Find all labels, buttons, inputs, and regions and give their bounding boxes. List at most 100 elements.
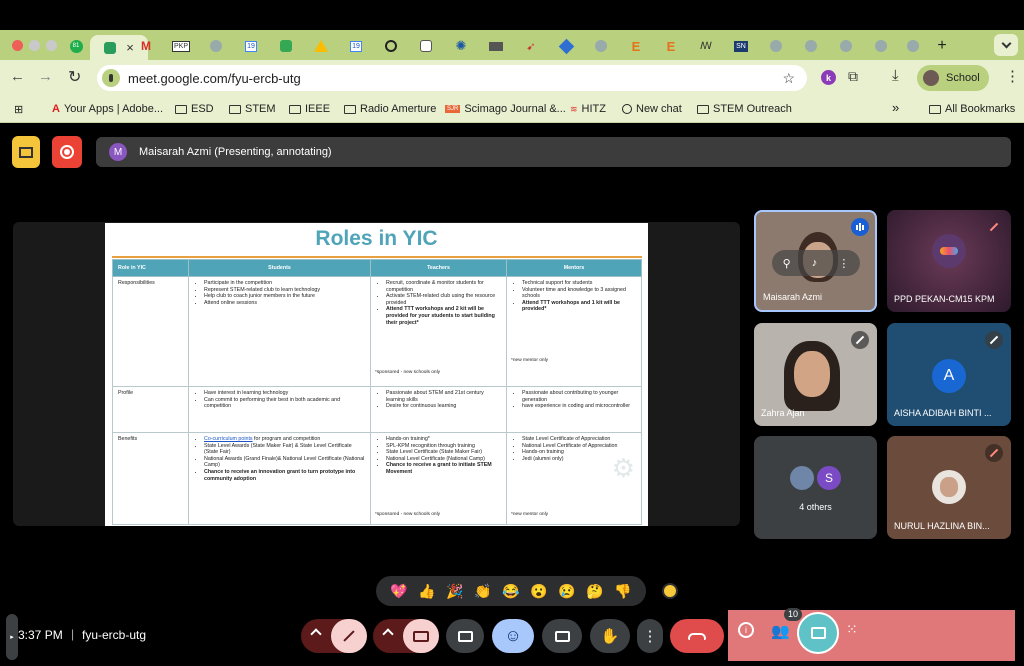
tab-sheets[interactable] xyxy=(272,35,300,57)
hangup-icon xyxy=(688,632,706,640)
stop-presenting-button[interactable] xyxy=(12,136,40,168)
menu-kebab-icon[interactable]: ⋮ xyxy=(1005,67,1020,85)
reload-button[interactable]: ↻ xyxy=(68,67,81,87)
download-icon[interactable]: ⤓ xyxy=(892,67,899,84)
pin-icon[interactable]: ⚲ xyxy=(783,257,791,270)
bookmark-scimago[interactable]: SJR Scimago Journal &... xyxy=(445,103,566,115)
tab-sn[interactable]: SN xyxy=(727,35,755,57)
present-button[interactable] xyxy=(446,619,484,653)
microphone-button[interactable] xyxy=(331,619,367,653)
leave-call-button[interactable] xyxy=(670,619,724,653)
mute-icon[interactable]: ♪ xyxy=(812,257,818,269)
tab-mendeley[interactable]: ꟿ xyxy=(692,35,720,57)
tab-generic-7[interactable] xyxy=(899,35,927,57)
tab-calendar-2[interactable]: 19 xyxy=(342,35,370,57)
participant-tile-maisarah[interactable]: ⚲ ♪ ⋮ Maisarah Azmi xyxy=(754,210,877,312)
bookmark-stem-outreach[interactable]: STEM Outreach xyxy=(697,103,792,115)
tab-generic-5[interactable] xyxy=(832,35,860,57)
more-options-icon[interactable]: ⋮ xyxy=(838,257,849,270)
new-tab-button[interactable]: + xyxy=(928,35,956,57)
address-bar[interactable]: meet.google.com/fyu-ercb-utg ☆ xyxy=(97,65,807,91)
tab-generic-1[interactable] xyxy=(202,35,230,57)
tab-generic-6[interactable] xyxy=(867,35,895,57)
bookmark-star-icon[interactable]: ☆ xyxy=(782,70,795,87)
camera-button[interactable] xyxy=(403,619,439,653)
bookmark-stem[interactable]: STEM xyxy=(229,103,276,115)
bookmark-new-chat[interactable]: New chat xyxy=(622,103,682,115)
apps-grid-icon[interactable]: ⊞ xyxy=(14,103,23,116)
list-item: Can commit to performing their best in b… xyxy=(204,397,365,410)
mentors-cell: Technical support for students Volunteer… xyxy=(506,276,642,387)
tab-generic-3[interactable] xyxy=(762,35,790,57)
puzzle-icon[interactable]: ⧉ xyxy=(848,68,858,85)
co-curriculum-link[interactable]: Co-curriculum points xyxy=(204,436,253,442)
bookmark-hitz[interactable]: ≋ HITZ xyxy=(570,103,606,115)
captions-button[interactable] xyxy=(542,619,582,653)
participant-tile-zahra[interactable]: Zahra Ajan xyxy=(754,323,877,426)
forward-button[interactable]: → xyxy=(38,68,53,85)
reaction-clap[interactable]: 👏 xyxy=(469,583,497,600)
tab-e-1[interactable]: E xyxy=(622,35,650,57)
tab-layers[interactable] xyxy=(552,35,580,57)
participant-tile-aisha[interactable]: A AISHA ADIBAH BINTI ... xyxy=(887,323,1011,426)
participant-name: Zahra Ajan xyxy=(761,408,805,418)
participant-tile-nurul[interactable]: NURUL HAZLINA BIN... xyxy=(887,436,1011,539)
skin-tone-button[interactable] xyxy=(662,583,678,599)
tab-settings[interactable]: ✺ xyxy=(447,35,475,57)
globe-icon xyxy=(875,40,887,52)
reaction-party[interactable]: 🎉 xyxy=(441,583,469,600)
reaction-surprised[interactable]: 😮 xyxy=(525,583,553,600)
layers-icon xyxy=(558,38,574,54)
reaction-heart[interactable]: 💖 xyxy=(385,583,413,600)
tab-whatsapp[interactable]: 81 xyxy=(62,35,90,57)
reaction-laugh[interactable]: 😂 xyxy=(497,583,525,600)
tab-generic-2[interactable] xyxy=(587,35,615,57)
chat-button[interactable] xyxy=(797,612,839,654)
bookmark-adobe[interactable]: A Your Apps | Adobe... xyxy=(52,103,163,115)
all-bookmarks[interactable]: All Bookmarks xyxy=(929,103,1015,115)
tab-chatgpt[interactable] xyxy=(377,35,405,57)
participant-tile-others[interactable]: S 4 others xyxy=(754,436,877,539)
tab-red-site[interactable]: ➹ xyxy=(517,35,545,57)
recording-indicator[interactable] xyxy=(52,136,82,168)
tab-pkp[interactable]: PKP xyxy=(167,35,195,57)
bookmark-esd[interactable]: ESD xyxy=(175,103,214,115)
extension-k-icon[interactable]: k xyxy=(821,70,836,85)
raise-hand-button[interactable]: ✋ xyxy=(590,619,630,653)
avatar: M xyxy=(109,143,127,161)
reaction-thinking[interactable]: 🤔 xyxy=(581,583,609,600)
present-off-icon xyxy=(19,146,33,158)
more-bookmarks-button[interactable]: » xyxy=(892,100,899,115)
reaction-sad[interactable]: 😢 xyxy=(553,583,581,600)
presenter-banner[interactable]: M Maisarah Azmi (Presenting, annotating) xyxy=(96,137,1011,167)
reaction-thumbs-down[interactable]: 👎 xyxy=(609,583,637,600)
profile-button[interactable]: School xyxy=(917,65,989,91)
meeting-info-icon[interactable]: i xyxy=(738,622,754,638)
reactions-button[interactable]: ☺ xyxy=(492,619,534,653)
tab-calendar-1[interactable]: 19 xyxy=(237,35,265,57)
bottom-handle[interactable]: ▸ xyxy=(6,614,18,660)
tab-search-button[interactable] xyxy=(994,34,1018,56)
separator: | xyxy=(71,627,75,641)
tab-document[interactable] xyxy=(412,35,440,57)
tab-image[interactable] xyxy=(482,35,510,57)
avatar xyxy=(923,70,939,86)
tab-e-2[interactable]: E xyxy=(657,35,685,57)
header-students: Students xyxy=(188,259,371,277)
tab-gmail[interactable]: M xyxy=(132,35,160,57)
minimize-window-button[interactable] xyxy=(29,40,40,51)
activities-grid-icon[interactable]: ⁙ xyxy=(846,621,858,638)
reaction-thumbs-up[interactable]: 👍 xyxy=(413,583,441,600)
close-window-button[interactable] xyxy=(12,40,23,51)
bookmark-radio[interactable]: Radio Amerture xyxy=(344,103,436,115)
url-text[interactable]: meet.google.com/fyu-ercb-utg xyxy=(128,71,301,86)
maximize-window-button[interactable] xyxy=(46,40,57,51)
participant-tile-ppd[interactable]: PPD PEKAN-CM15 KPM xyxy=(887,210,1011,312)
people-icon[interactable]: 👥 xyxy=(771,622,790,640)
tab-drive[interactable] xyxy=(307,35,335,57)
bookmark-ieee[interactable]: IEEE xyxy=(289,103,330,115)
back-button[interactable]: ← xyxy=(10,68,25,85)
more-options-button[interactable]: ⋮ xyxy=(637,619,663,653)
tab-generic-4[interactable] xyxy=(797,35,825,57)
header-mentors: Mentors xyxy=(506,259,642,277)
